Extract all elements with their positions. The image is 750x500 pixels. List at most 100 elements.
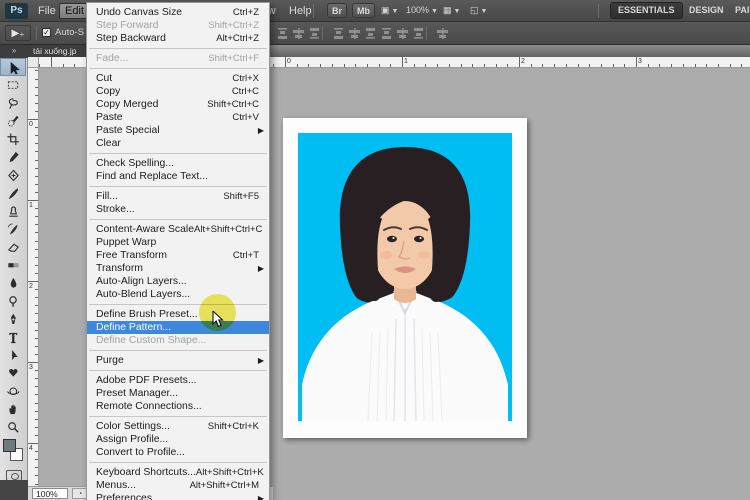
menu-item-find-and-replace-text[interactable]: Find and Replace Text... <box>87 170 269 183</box>
menu-item-purge[interactable]: Purge ▶ <box>87 354 269 367</box>
spot-healing-brush-tool[interactable] <box>0 166 26 184</box>
menu-item-fill[interactable]: Fill... Shift+F5 <box>87 190 269 203</box>
align-right-edges-icon[interactable] <box>364 27 377 40</box>
menu-item-auto-blend-layers[interactable]: Auto-Blend Layers... <box>87 288 269 301</box>
lasso-tool[interactable] <box>0 94 26 112</box>
menubar-item-help[interactable]: Help <box>284 3 317 19</box>
ruler-tick <box>39 64 41 67</box>
color-swatches[interactable] <box>0 436 28 466</box>
document-page[interactable] <box>283 118 527 438</box>
eraser-tool[interactable] <box>0 238 26 256</box>
align-horizontal-centers-icon[interactable] <box>348 27 361 40</box>
menubar-item-file[interactable]: File <box>33 3 61 19</box>
tool-preset-picker[interactable]: ▶₊ <box>5 25 31 41</box>
menu-item-puppet-warp[interactable]: Puppet Warp <box>87 236 269 249</box>
crop-icon <box>6 132 19 145</box>
menu-item-remote-connections[interactable]: Remote Connections... <box>87 400 269 413</box>
workspace-essentials[interactable]: ESSENTIALS <box>610 2 683 19</box>
eyedropper-tool[interactable] <box>0 148 26 166</box>
menu-item-step-forward[interactable]: Step Forward Shift+Ctrl+Z <box>87 19 269 32</box>
menu-item-shortcut: Alt+Ctrl+Z <box>216 33 259 44</box>
menu-item-fade[interactable]: Fade... Shift+Ctrl+F <box>87 52 269 65</box>
menu-item-convert-to-profile[interactable]: Convert to Profile... <box>87 446 269 459</box>
menu-item-keyboard-shortcuts[interactable]: Keyboard Shortcuts... Alt+Shift+Ctrl+K <box>87 466 269 479</box>
clone-stamp-tool[interactable] <box>0 202 26 220</box>
menu-item-copy-merged[interactable]: Copy Merged Shift+Ctrl+C <box>87 98 269 111</box>
ruler-tick <box>35 313 38 315</box>
menu-item-undo-canvas-size[interactable]: Undo Canvas Size Ctrl+Z <box>87 6 269 19</box>
pen-tool[interactable] <box>0 310 26 328</box>
menu-item-paste-special[interactable]: Paste Special ▶ <box>87 124 269 137</box>
menu-item-free-transform[interactable]: Free Transform Ctrl+T <box>87 249 269 262</box>
menu-item-content-aware-scale[interactable]: Content-Aware Scale Alt+Shift+Ctrl+C <box>87 223 269 236</box>
tools-panel-header[interactable]: » <box>0 45 28 58</box>
menu-item-copy[interactable]: Copy Ctrl+C <box>87 85 269 98</box>
arrange-documents-button[interactable]: ▦ ▼ <box>443 3 460 18</box>
rotate-view-tool[interactable] <box>0 382 26 400</box>
menu-item-cut[interactable]: Cut Ctrl+X <box>87 72 269 85</box>
type-tool[interactable] <box>0 328 26 346</box>
align-top-edges-icon[interactable] <box>276 27 289 40</box>
menu-item-clear[interactable]: Clear <box>87 137 269 150</box>
menu-item-adobe-pdf-presets[interactable]: Adobe PDF Presets... <box>87 374 269 387</box>
menu-item-shortcut: Alt+Shift+Ctrl+M <box>189 480 259 491</box>
menubar-divider <box>313 4 314 18</box>
menu-item-define-brush-preset[interactable]: Define Brush Preset... <box>87 308 269 321</box>
screen-mode-button[interactable]: ◱ ▼ <box>470 3 487 18</box>
ruler-tick <box>35 248 38 250</box>
hand-tool[interactable] <box>0 400 26 418</box>
foreground-color-swatch[interactable] <box>3 439 16 452</box>
distribute-top-edges-icon[interactable] <box>380 27 393 40</box>
menu-item-paste[interactable]: Paste Ctrl+V <box>87 111 269 124</box>
bridge-button[interactable]: Br <box>327 3 348 18</box>
menu-item-color-settings[interactable]: Color Settings... Shift+Ctrl+K <box>87 420 269 433</box>
align-left-edges-icon[interactable] <box>332 27 345 40</box>
ruler-tick <box>28 200 38 201</box>
status-zoom-field[interactable]: 100% <box>32 488 68 499</box>
crop-tool[interactable] <box>0 130 26 148</box>
view-extras-button[interactable]: ▣ ▼ <box>381 3 398 18</box>
menu-item-label: Copy Merged <box>96 99 159 110</box>
submenu-arrow-icon: ▶ <box>257 126 264 135</box>
menu-item-check-spelling[interactable]: Check Spelling... <box>87 157 269 170</box>
ruler-tick <box>530 64 532 67</box>
menu-item-stroke[interactable]: Stroke... <box>87 203 269 216</box>
menu-item-label: Purge <box>96 355 124 366</box>
zoom-level-select[interactable]: 100% ▼ <box>406 3 438 18</box>
auto-select-checkbox[interactable]: ✓ Auto-S <box>42 27 84 38</box>
menu-item-menus[interactable]: Menus... Alt+Shift+Ctrl+M <box>87 479 269 492</box>
menu-item-auto-align-layers[interactable]: Auto-Align Layers... <box>87 275 269 288</box>
path-selection-tool[interactable] <box>0 346 26 364</box>
mini-bridge-button[interactable]: Mb <box>352 3 375 18</box>
menu-item-step-backward[interactable]: Step Backward Alt+Ctrl+Z <box>87 32 269 45</box>
menu-item-define-custom-shape[interactable]: Define Custom Shape... <box>87 334 269 347</box>
zoom-tool[interactable] <box>0 418 26 436</box>
history-brush-tool[interactable] <box>0 220 26 238</box>
auto-align-layers-icon[interactable] <box>436 27 449 40</box>
menu-item-label: Define Custom Shape... <box>96 335 207 346</box>
ruler-tick <box>366 64 368 67</box>
distribute-bottom-edges-icon[interactable] <box>412 27 425 40</box>
menu-item-define-pattern[interactable]: Define Pattern... <box>87 321 269 334</box>
dodge-icon <box>8 295 17 307</box>
align-vertical-centers-icon[interactable] <box>292 27 305 40</box>
brush-tool[interactable] <box>0 184 26 202</box>
custom-shape-tool[interactable] <box>0 364 26 382</box>
workspace-design[interactable]: DESIGN <box>682 2 731 19</box>
dodge-tool[interactable] <box>0 292 26 310</box>
blur-tool[interactable] <box>0 274 26 292</box>
checkbox-check-icon[interactable]: ✓ <box>42 28 51 37</box>
align-bottom-edges-icon[interactable] <box>308 27 321 40</box>
vertical-ruler: 0 1 2 3 4 <box>28 68 39 487</box>
move-tool[interactable] <box>0 58 26 76</box>
quick-selection-tool[interactable] <box>0 112 26 130</box>
distribute-vertical-centers-icon[interactable] <box>396 27 409 40</box>
gradient-tool[interactable] <box>0 256 26 274</box>
ruler-tick <box>390 64 392 67</box>
menu-item-preferences[interactable]: Preferences ▶ <box>87 492 269 500</box>
menu-item-transform[interactable]: Transform ▶ <box>87 262 269 275</box>
menu-item-assign-profile[interactable]: Assign Profile... <box>87 433 269 446</box>
workspace-painting[interactable]: PAINTING <box>728 2 750 19</box>
rectangular-marquee-tool[interactable] <box>0 76 26 94</box>
menu-item-preset-manager[interactable]: Preset Manager... <box>87 387 269 400</box>
